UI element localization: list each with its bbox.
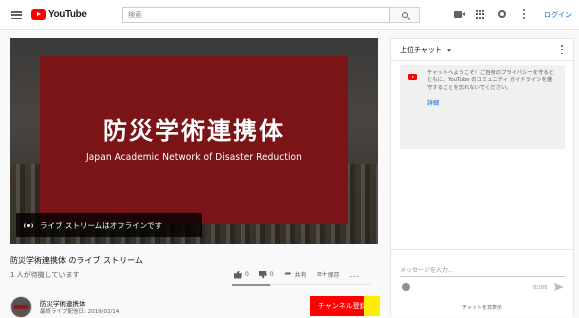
details-link[interactable]: 詳細 — [427, 98, 439, 107]
offline-notice: ライブ ストリームはオフラインです — [16, 213, 202, 237]
dislike-button[interactable]: 0 — [258, 270, 274, 279]
video-actions: 0 0 共有 保存 ... — [234, 269, 361, 280]
share-icon — [284, 269, 292, 279]
like-count: 0 — [245, 271, 249, 278]
chat-input-area: メッセージを入力... 0/200 チャットを非表示 — [391, 249, 573, 317]
youtube-logo[interactable]: YouTube — [31, 9, 87, 20]
apps-icon[interactable] — [476, 10, 485, 19]
save-button[interactable]: 保存 — [317, 270, 340, 280]
youtube-icon — [408, 74, 417, 80]
subscribe-highlight — [364, 296, 380, 316]
like-button[interactable]: 0 — [234, 270, 249, 279]
video-player[interactable]: 防災学術連携体 Japan Academic Network of Disast… — [10, 38, 378, 244]
last-live-date: 最終ライブ配信日: 2019/02/14 — [40, 309, 120, 315]
channel-avatar[interactable] — [10, 296, 32, 318]
dislike-count: 0 — [269, 271, 274, 278]
login-button[interactable]: ログイン — [544, 10, 572, 20]
top-bar: YouTube 検索 ログイン — [0, 0, 579, 30]
settings-more-icon[interactable] — [522, 9, 525, 19]
offline-text: ライブ ストリームはオフラインです — [40, 220, 163, 230]
chat-header: 上位チャット — [391, 39, 573, 61]
youtube-play-icon — [31, 9, 46, 20]
live-broadcast-icon — [24, 221, 33, 229]
create-video-icon[interactable] — [454, 11, 465, 18]
more-actions-button[interactable]: ... — [350, 270, 361, 279]
chat-mode-dropdown[interactable]: 上位チャット — [400, 45, 442, 55]
video-title: 防災学術連携体 のライブ ストリーム — [10, 256, 143, 265]
search-icon — [401, 12, 408, 18]
share-label: 共有 — [294, 272, 307, 279]
share-button[interactable]: 共有 — [284, 269, 307, 280]
char-count: 0/200 — [533, 285, 548, 291]
sentiment-bar — [232, 284, 270, 286]
channel-row: 防災学術連携体 最終ライブ配信日: 2019/02/14 チャンネル登録 — [10, 296, 380, 318]
hide-chat-button[interactable]: チャットを非表示 — [391, 304, 573, 311]
welcome-text: チャットへようこそ！ご自身のプライバシーを守るとともに、YouTube のコミュ… — [427, 70, 554, 91]
playlist-add-icon — [317, 270, 327, 279]
messages-icon[interactable] — [498, 10, 506, 18]
event-banner: 防災学術連携体 Japan Academic Network of Disast… — [40, 56, 348, 224]
input-underline — [400, 276, 565, 277]
menu-icon[interactable] — [11, 11, 22, 19]
save-label: 保存 — [327, 272, 340, 279]
chat-welcome-message: チャットへようこそ！ご自身のプライバシーを守るとともに、YouTube のコミュ… — [400, 65, 565, 149]
send-icon[interactable] — [554, 283, 564, 291]
thumbs-down-icon — [258, 270, 267, 279]
chevron-down-icon[interactable] — [447, 49, 451, 52]
thumbs-up-icon — [234, 270, 242, 279]
search-input[interactable]: 検索 — [122, 7, 390, 23]
emoji-icon[interactable] — [402, 283, 410, 291]
waiting-count: 1 人が待機しています — [10, 271, 80, 279]
live-chat-panel: 上位チャット チャットへようこそ！ご自身のプライバシーを守るとともに、YouTu… — [390, 38, 574, 317]
banner-title-en: Japan Academic Network of Disaster Reduc… — [86, 152, 302, 163]
search-button[interactable] — [390, 7, 420, 23]
chat-message-input[interactable]: メッセージを入力... — [400, 265, 454, 274]
chat-more-icon[interactable] — [561, 45, 563, 54]
divider — [270, 284, 370, 285]
banner-title-jp: 防災学術連携体 — [103, 117, 285, 145]
logo-text: YouTube — [48, 9, 87, 20]
